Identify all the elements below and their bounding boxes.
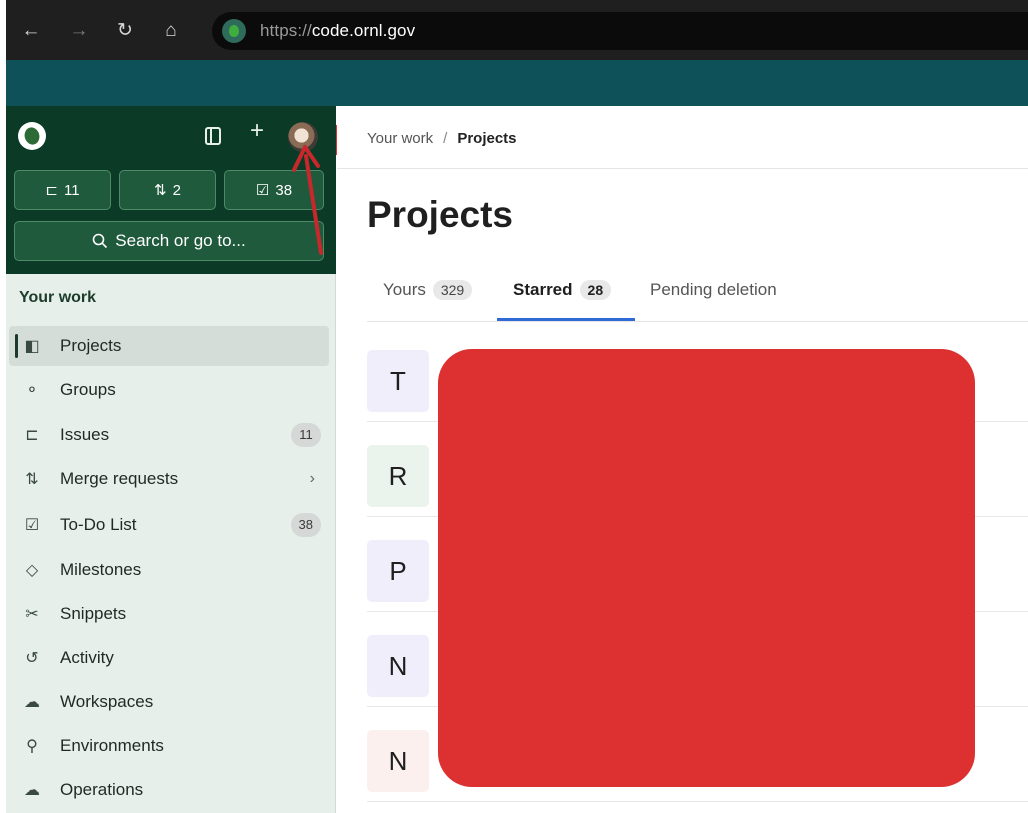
merge-requests-counter-button[interactable]: ⇅ 2 bbox=[119, 170, 216, 210]
environment-icon: ⚲ bbox=[26, 738, 38, 755]
sidebar-item-label: Environments bbox=[60, 736, 164, 755]
active-indicator bbox=[15, 334, 18, 358]
project-avatar[interactable]: N bbox=[367, 730, 429, 792]
bookmarks-bar bbox=[6, 60, 1028, 155]
sidebar-item-label: Workspaces bbox=[60, 692, 154, 711]
forward-arrow-icon[interactable]: → bbox=[68, 20, 90, 42]
browser-toolbar: ← → ↻ ⌂ https://code.ornl.gov bbox=[6, 0, 1028, 60]
merge-request-icon: ⇅ bbox=[154, 182, 167, 199]
project-avatar[interactable]: N bbox=[367, 635, 429, 697]
page-title: Projects bbox=[367, 194, 514, 235]
history-icon: ↺ bbox=[25, 650, 39, 667]
groups-icon: ⚬ bbox=[25, 382, 39, 399]
app-window: ← → ↻ ⌂ https://code.ornl.gov + ⊏ 11 ⇅ 2… bbox=[0, 0, 1028, 813]
sidebar-section-title: Your work bbox=[19, 289, 97, 306]
brand-logo-icon[interactable] bbox=[18, 122, 46, 150]
sidebar-item-label: Merge requests bbox=[60, 469, 179, 488]
tab-pending-deletion[interactable]: Pending deletion bbox=[650, 280, 777, 300]
todo-icon: ☑ bbox=[24, 517, 40, 534]
sidebar-item-todo-list[interactable]: ☑ To-Do List 38 bbox=[9, 505, 329, 545]
tab-label: Starred bbox=[513, 280, 573, 299]
sidebar-header: + ⊏ 11 ⇅ 2 ☑ 38 Search or go to... bbox=[6, 106, 336, 274]
sidebar-toggle-icon[interactable] bbox=[205, 127, 221, 145]
todo-counter-value: 38 bbox=[275, 181, 293, 199]
project-avatar[interactable]: P bbox=[367, 540, 429, 602]
sidebar-item-milestones[interactable]: ◇ Milestones bbox=[9, 550, 329, 590]
breadcrumb: Your work / Projects bbox=[367, 130, 517, 147]
count-badge: 11 bbox=[291, 423, 321, 447]
redaction-box bbox=[438, 349, 975, 787]
plus-icon[interactable]: + bbox=[250, 119, 264, 143]
sidebar-item-snippets[interactable]: ✂ Snippets bbox=[9, 594, 329, 634]
cloud-code-icon: ☁ bbox=[24, 694, 40, 711]
tab-label: Pending deletion bbox=[650, 280, 777, 299]
todo-icon: ☑ bbox=[255, 182, 270, 199]
divider bbox=[367, 321, 1028, 322]
sidebar-item-workspaces[interactable]: ☁ Workspaces bbox=[9, 682, 329, 722]
projects-icon: ◧ bbox=[24, 338, 40, 355]
sidebar-item-groups[interactable]: ⚬ Groups bbox=[9, 370, 329, 410]
sidebar-item-label: Operations bbox=[60, 780, 144, 799]
sidebar-nav: Your work ◧ Projects ⚬ Groups ⊏ Issues 1… bbox=[6, 274, 336, 813]
breadcrumb-separator: / bbox=[443, 130, 448, 147]
avatar[interactable] bbox=[288, 122, 318, 152]
project-avatar[interactable]: R bbox=[367, 445, 429, 507]
url-host: code.ornl.gov bbox=[311, 21, 416, 40]
sidebar-item-projects[interactable]: ◧ Projects bbox=[9, 326, 329, 366]
sidebar-item-label: Groups bbox=[60, 380, 116, 399]
url-text: https://code.ornl.gov bbox=[260, 21, 415, 41]
sidebar-item-label: To-Do List bbox=[60, 515, 137, 534]
sidebar-item-label: Issues bbox=[60, 425, 110, 444]
operations-icon: ☁ bbox=[24, 782, 40, 799]
back-arrow-icon[interactable]: ← bbox=[20, 20, 42, 42]
tab-count-badge: 329 bbox=[432, 280, 473, 300]
url-scheme: https:// bbox=[260, 21, 312, 40]
merge-request-icon: ⇅ bbox=[25, 471, 39, 488]
sidebar-item-environments[interactable]: ⚲ Environments bbox=[9, 726, 329, 766]
count-badge: 38 bbox=[290, 513, 321, 537]
tab-yours[interactable]: Yours 329 bbox=[383, 280, 473, 300]
search-button[interactable]: Search or go to... bbox=[14, 221, 324, 261]
tab-starred[interactable]: Starred 28 bbox=[513, 280, 612, 300]
site-favicon-icon bbox=[222, 19, 246, 43]
sidebar-item-issues[interactable]: ⊏ Issues 11 bbox=[9, 415, 329, 455]
tab-label: Yours bbox=[383, 280, 426, 299]
sidebar-item-operations[interactable]: ☁ Operations bbox=[9, 770, 329, 810]
search-button-label: Search or go to... bbox=[115, 231, 246, 250]
sidebar-item-label: Projects bbox=[60, 336, 122, 355]
main-content: Your work / Projects Projects Yours 329 … bbox=[337, 106, 1028, 813]
todo-counter-button[interactable]: ☑ 38 bbox=[224, 170, 324, 210]
breadcrumb-parent-link[interactable]: Your work bbox=[367, 130, 433, 147]
milestone-icon: ◇ bbox=[25, 562, 39, 579]
home-icon[interactable]: ⌂ bbox=[160, 20, 182, 42]
reload-icon[interactable]: ↻ bbox=[114, 20, 136, 42]
breadcrumb-current: Projects bbox=[457, 130, 517, 147]
divider bbox=[337, 168, 1028, 169]
address-bar[interactable]: https://code.ornl.gov bbox=[212, 12, 1028, 50]
sidebar-item-label: Milestones bbox=[60, 560, 142, 579]
sidebar-item-activity[interactable]: ↺ Activity bbox=[9, 638, 329, 678]
chevron-right-icon: › bbox=[309, 470, 315, 487]
sidebar-item-merge-requests[interactable]: ⇅ Merge requests › bbox=[9, 459, 329, 499]
issues-icon: ⊏ bbox=[45, 182, 58, 199]
tab-count-badge: 28 bbox=[579, 280, 612, 300]
sidebar-item-label: Snippets bbox=[60, 604, 127, 623]
project-avatar[interactable]: T bbox=[367, 350, 429, 412]
scissors-icon: ✂ bbox=[25, 606, 39, 623]
sidebar-item-label: Activity bbox=[60, 648, 114, 667]
issues-counter-value: 11 bbox=[64, 181, 80, 199]
issues-counter-button[interactable]: ⊏ 11 bbox=[14, 170, 111, 210]
merge-requests-counter-value: 2 bbox=[172, 181, 181, 199]
issues-icon: ⊏ bbox=[25, 427, 39, 444]
search-icon bbox=[92, 233, 108, 249]
